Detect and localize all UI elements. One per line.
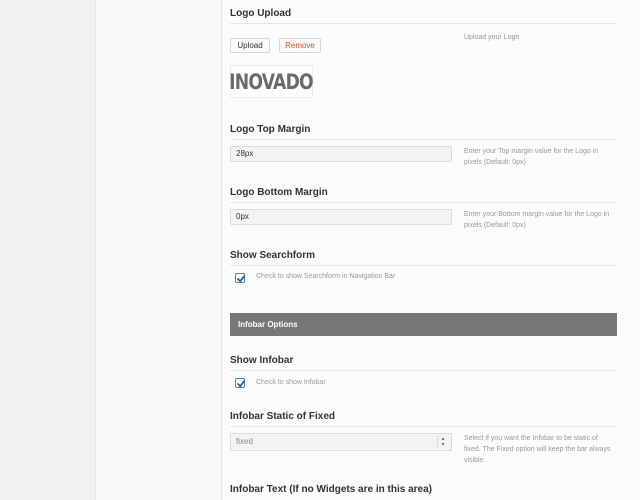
infobar-static-description: Select if you want the Infobar to be sta… — [464, 435, 611, 464]
logo-preview: INOVADO — [229, 65, 314, 98]
select-arrows-icon: ▴ ▾ — [437, 436, 448, 448]
logo-bottom-margin-input[interactable]: 0px — [230, 209, 452, 225]
logo-bottom-margin-title: Logo Bottom Margin — [230, 187, 328, 198]
logo-upload-description: Upload your Logo — [464, 34, 520, 41]
logo-upload-title: Logo Upload — [230, 8, 292, 19]
infobar-static-selected: fixed — [236, 437, 253, 446]
upload-button[interactable]: Upload — [230, 38, 270, 53]
infobar-text-title: Infobar Text (If no Widgets are in this … — [230, 484, 432, 495]
options-nav-column — [95, 0, 222, 500]
logo-top-margin-section: Logo Top Margin 28px Enter your Top marg… — [230, 124, 616, 174]
section-divider — [230, 23, 616, 24]
logo-bottom-margin-description: Enter your Bottom margin value for the L… — [464, 211, 610, 229]
logo-bottom-margin-section: Logo Bottom Margin 0px Enter your Bottom… — [230, 187, 616, 237]
infobar-text-section: Infobar Text (If no Widgets are in this … — [230, 484, 616, 500]
infobar-static-title: Infobar Static of Fixed — [230, 411, 336, 422]
show-searchform-checkbox[interactable] — [235, 273, 246, 283]
show-searchform-title: Show Searchform — [230, 250, 316, 261]
section-divider — [230, 139, 616, 140]
show-infobar-label: Check to show Infobar — [256, 379, 326, 386]
logo-preview-text: INOVADO — [229, 69, 314, 94]
checkmark-icon — [237, 380, 246, 388]
show-searchform-label: Check to show Searchform in Navigation B… — [256, 273, 396, 280]
section-divider — [230, 426, 616, 427]
admin-sidebar — [0, 0, 95, 500]
infobar-static-select[interactable]: fixed ▴ ▾ — [230, 433, 452, 451]
logo-upload-section: Logo Upload Upload Remove Upload your Lo… — [230, 8, 616, 100]
logo-top-margin-title: Logo Top Margin — [230, 124, 311, 135]
infobar-options-header: Infobar Options — [230, 313, 617, 336]
infobar-static-section: Infobar Static of Fixed fixed ▴ ▾ Select … — [230, 411, 616, 471]
show-infobar-checkbox[interactable] — [235, 378, 246, 388]
section-divider — [230, 202, 616, 203]
show-infobar-title: Show Infobar — [230, 355, 294, 366]
logo-top-margin-description: Enter your Top margin value for the Logo… — [464, 148, 599, 166]
logo-top-margin-input[interactable]: 28px — [230, 146, 452, 162]
checkmark-icon — [237, 275, 246, 283]
section-divider — [230, 265, 616, 266]
section-divider — [230, 370, 616, 371]
remove-button[interactable]: Remove — [279, 38, 321, 53]
show-searchform-section: Show Searchform Check to show Searchform… — [230, 250, 616, 300]
show-infobar-section: Show Infobar Check to show Infobar — [230, 355, 616, 395]
